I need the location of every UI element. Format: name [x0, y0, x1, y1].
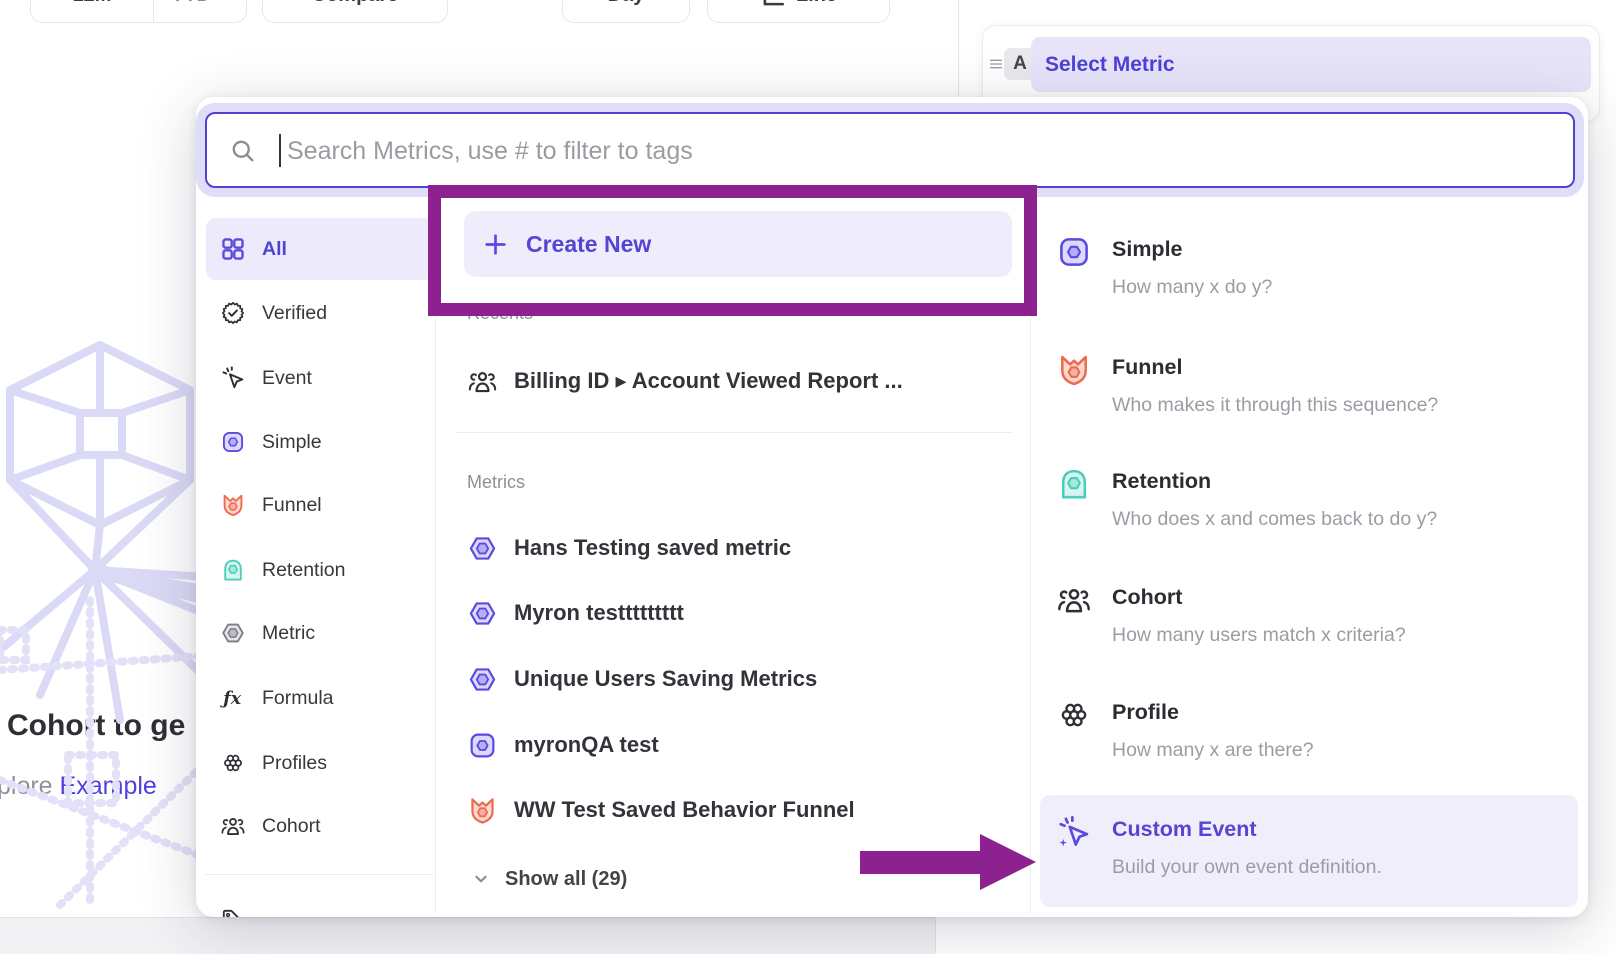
cohort-icon — [467, 366, 498, 397]
sidebar-item-formula[interactable]: ƒx Formula — [206, 672, 432, 724]
types-column-divider — [1030, 207, 1031, 913]
compare-button[interactable]: Compare — [262, 0, 448, 23]
saved-metric-icon — [467, 598, 498, 629]
formula-icon: ƒx — [220, 685, 246, 711]
sidebar-item-event[interactable]: Event — [206, 352, 432, 404]
chevron-down-icon — [470, 868, 492, 890]
metric-list-item[interactable]: myronQA test — [467, 721, 1017, 769]
metrics-header: Metrics — [467, 472, 525, 493]
tag-icon — [220, 907, 246, 917]
metric-type-retention[interactable]: Retention Who does x and comes back to d… — [1040, 469, 1578, 549]
profiles-icon — [1056, 697, 1092, 733]
saved-metric-icon — [467, 533, 498, 564]
sidebar-column-divider — [435, 207, 436, 913]
range-ytd-button[interactable]: YTD — [154, 0, 246, 22]
cohort-icon — [1056, 582, 1092, 618]
sidebar-item-tags-partial[interactable] — [206, 894, 432, 917]
sidebar-item-verified[interactable]: Verified — [206, 287, 432, 339]
event-icon — [220, 365, 246, 391]
sidebar-item-metric[interactable]: Metric — [206, 607, 432, 659]
sidebar-item-simple[interactable]: Simple — [206, 416, 432, 468]
metric-type-custom-event[interactable]: Custom Event Build your own event defini… — [1040, 795, 1578, 907]
search-icon — [229, 137, 257, 165]
granularity-button[interactable]: Day — [562, 0, 690, 23]
metric-type-cohort[interactable]: Cohort How many users match x criteria? — [1040, 585, 1578, 665]
panel-divider-top — [958, 0, 959, 96]
sidebar-item-profiles[interactable]: Profiles — [206, 737, 432, 789]
metric-type-simple[interactable]: Simple How many x do y? — [1040, 237, 1578, 317]
metric-list-item[interactable]: Hans Testing saved metric — [467, 524, 1017, 572]
profiles-icon — [220, 750, 246, 776]
recent-item[interactable]: Billing ID ▸ Account Viewed Report ... — [467, 357, 1017, 405]
search-input[interactable] — [285, 114, 1559, 188]
retention-icon — [220, 557, 246, 583]
panel-divider-bottom — [935, 917, 936, 954]
search-container — [205, 112, 1575, 188]
funnel-icon — [1056, 352, 1092, 388]
svg-text:ƒx: ƒx — [220, 689, 242, 709]
app-root: 12M YTD Compare Day Line A Select Metric — [0, 0, 1616, 954]
simple-icon — [1056, 234, 1092, 270]
sidebar-item-cohort[interactable]: Cohort — [206, 800, 432, 852]
plus-icon — [482, 231, 509, 258]
verified-icon — [220, 300, 246, 326]
funnel-icon — [220, 492, 246, 518]
custom-event-icon — [1056, 814, 1092, 850]
create-new-button[interactable]: Create New — [464, 211, 1012, 277]
line-chart-icon — [760, 0, 786, 9]
recents-divider — [455, 432, 1013, 433]
metric-icon — [220, 620, 246, 646]
bottom-band — [0, 917, 935, 954]
metric-list-item[interactable]: Unique Users Saving Metrics — [467, 655, 1017, 703]
select-metric-modal: All Verified Event Simple Funnel Retenti… — [196, 97, 1588, 917]
caret-down-small-icon — [211, 0, 229, 5]
drag-handle-icon[interactable] — [988, 56, 1004, 72]
date-range-group: 12M YTD — [30, 0, 247, 23]
sidebar-divider — [205, 874, 433, 875]
grid-icon — [220, 236, 246, 262]
metric-list-item[interactable]: WW Test Saved Behavior Funnel — [467, 786, 1017, 834]
metric-type-profile[interactable]: Profile How many x are there? — [1040, 700, 1578, 780]
select-metric-pill[interactable]: Select Metric — [1031, 37, 1591, 92]
show-all-toggle[interactable]: Show all (29) — [470, 859, 720, 899]
metric-type-funnel[interactable]: Funnel Who makes it through this sequenc… — [1040, 355, 1578, 435]
sidebar-item-all[interactable]: All — [206, 218, 434, 280]
sidebar-item-retention[interactable]: Retention — [206, 544, 432, 596]
simple-icon — [220, 429, 246, 455]
sidebar-item-funnel[interactable]: Funnel — [206, 479, 432, 531]
saved-metric-icon — [467, 664, 498, 695]
recents-header: Recents — [467, 303, 533, 324]
metric-list-item[interactable]: Myron testtttttttt — [467, 589, 1017, 637]
text-cursor — [279, 134, 281, 167]
retention-icon — [1056, 466, 1092, 502]
simple-icon — [467, 730, 498, 761]
cohort-icon — [220, 813, 246, 839]
chart-type-button[interactable]: Line — [707, 0, 890, 23]
range-12m-button[interactable]: 12M — [31, 0, 153, 22]
funnel-icon — [467, 795, 498, 826]
